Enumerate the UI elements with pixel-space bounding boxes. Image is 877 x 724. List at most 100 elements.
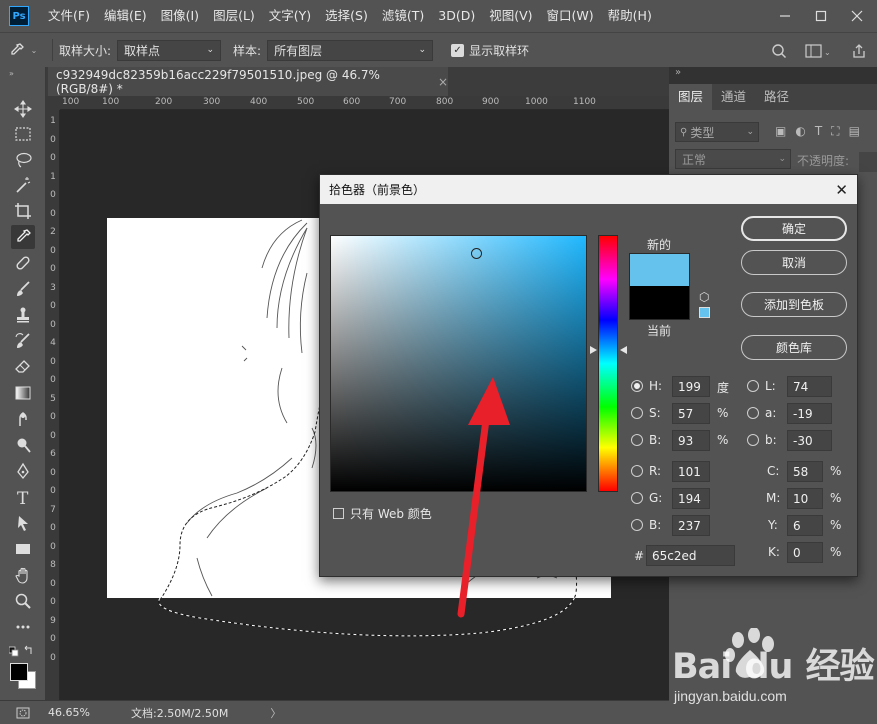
search-icon[interactable] bbox=[771, 43, 787, 59]
current-color-swatch[interactable] bbox=[629, 286, 690, 320]
vertical-ruler[interactable]: 1 0 0 1 0 0 2 0 0 3 0 0 4 0 0 5 0 0 6 0 0 7 0 0 8 0 0 9 0 0 bbox=[46, 110, 60, 700]
radio-lab-b[interactable] bbox=[747, 434, 759, 446]
brush-tool-icon[interactable] bbox=[11, 277, 35, 301]
radio-blue[interactable] bbox=[631, 519, 643, 531]
minimize-icon[interactable] bbox=[771, 4, 799, 28]
horizontal-ruler[interactable]: 100 100 200 300 400 500 600 700 800 900 1000 1100 bbox=[60, 96, 669, 110]
black-input[interactable]: 0 bbox=[787, 542, 823, 563]
document-tab[interactable]: c932949dc82359b16acc229f79501510.jpeg @ … bbox=[48, 67, 448, 96]
lab-a-input[interactable]: -19 bbox=[787, 403, 832, 424]
eyedropper-tool-icon[interactable] bbox=[11, 225, 35, 249]
opacity-field[interactable] bbox=[859, 152, 877, 172]
pixel-filter-icon[interactable]: ▣ bbox=[775, 124, 786, 139]
pen-tool-icon[interactable] bbox=[11, 459, 35, 483]
tab-channels[interactable]: 通道 bbox=[712, 84, 755, 110]
radio-hue[interactable] bbox=[631, 380, 643, 392]
share-icon[interactable] bbox=[851, 43, 867, 59]
saturation-input[interactable]: 57 bbox=[672, 403, 710, 424]
menu-view[interactable]: 视图(V) bbox=[482, 0, 539, 32]
add-to-swatches-button[interactable]: 添加到色板 bbox=[741, 292, 847, 317]
color-libraries-button[interactable]: 颜色库 bbox=[741, 335, 847, 360]
collapse-toolbar-icon[interactable]: » bbox=[9, 69, 14, 78]
type-tool-icon[interactable]: T bbox=[11, 485, 35, 509]
tab-paths[interactable]: 路径 bbox=[755, 84, 798, 110]
menu-3d[interactable]: 3D(D) bbox=[431, 0, 482, 32]
type-filter-icon[interactable]: T bbox=[815, 124, 822, 139]
menu-image[interactable]: 图像(I) bbox=[154, 0, 206, 32]
green-input[interactable]: 194 bbox=[672, 488, 710, 509]
menu-window[interactable]: 窗口(W) bbox=[540, 0, 601, 32]
smudge-tool-icon[interactable] bbox=[11, 407, 35, 431]
close-tab-icon[interactable]: × bbox=[438, 75, 448, 89]
smart-object-filter-icon[interactable]: ▤ bbox=[849, 124, 860, 139]
close-window-icon[interactable] bbox=[843, 4, 871, 28]
maximize-icon[interactable] bbox=[807, 4, 835, 28]
color-field-marker[interactable] bbox=[471, 247, 483, 259]
quick-mask-icon[interactable] bbox=[0, 707, 46, 719]
red-input[interactable]: 101 bbox=[672, 461, 710, 482]
eraser-tool-icon[interactable] bbox=[11, 355, 35, 379]
out-of-gamut-cube-icon[interactable]: ⬡ bbox=[699, 290, 709, 304]
cyan-input[interactable]: 58 bbox=[787, 461, 823, 482]
yellow-input[interactable]: 6 bbox=[787, 515, 823, 536]
zoom-tool-icon[interactable] bbox=[11, 589, 35, 613]
default-colors-icon[interactable] bbox=[8, 645, 37, 657]
status-menu-arrow-icon[interactable]: 〉 bbox=[270, 705, 281, 721]
radio-green[interactable] bbox=[631, 492, 643, 504]
stamp-tool-icon[interactable] bbox=[11, 303, 35, 327]
hue-slider[interactable] bbox=[598, 235, 618, 492]
close-icon[interactable]: ✕ bbox=[835, 181, 848, 199]
brightness-input[interactable]: 93 bbox=[672, 430, 710, 451]
tool-preset-picker[interactable]: ⌄ bbox=[0, 42, 46, 58]
menu-edit[interactable]: 编辑(E) bbox=[97, 0, 154, 32]
move-tool-icon[interactable] bbox=[11, 97, 35, 121]
dodge-tool-icon[interactable] bbox=[11, 433, 35, 457]
menu-file[interactable]: 文件(F) bbox=[41, 0, 97, 32]
foreground-color-swatch[interactable] bbox=[10, 663, 28, 681]
menu-filter[interactable]: 滤镜(T) bbox=[375, 0, 431, 32]
sample-size-select[interactable]: 取样点 ⌄ bbox=[117, 39, 222, 61]
menu-select[interactable]: 选择(S) bbox=[318, 0, 375, 32]
hue-slider-right-handle[interactable] bbox=[620, 345, 627, 354]
shape-filter-icon[interactable]: ⛶ bbox=[831, 124, 839, 139]
lasso-tool-icon[interactable] bbox=[11, 148, 35, 172]
menu-help[interactable]: 帮助(H) bbox=[601, 0, 659, 32]
healing-brush-tool-icon[interactable] bbox=[11, 251, 35, 275]
more-tools-icon[interactable] bbox=[11, 615, 35, 639]
hue-input[interactable]: 199 bbox=[672, 376, 710, 397]
web-colors-only-checkbox[interactable] bbox=[333, 508, 344, 519]
ok-button[interactable]: 确定 bbox=[741, 216, 847, 241]
cancel-button[interactable]: 取消 bbox=[741, 250, 847, 275]
radio-brightness[interactable] bbox=[631, 434, 643, 446]
web-safe-swatch[interactable] bbox=[699, 307, 710, 318]
rectangle-tool-icon[interactable] bbox=[11, 537, 35, 561]
foreground-background-swatches[interactable] bbox=[8, 661, 38, 691]
path-selection-tool-icon[interactable] bbox=[11, 511, 35, 535]
saturation-brightness-field[interactable] bbox=[330, 235, 587, 492]
workspace-icon[interactable]: ⌄ bbox=[805, 43, 833, 59]
show-ring-checkbox[interactable]: ✓ bbox=[451, 43, 465, 57]
hand-tool-icon[interactable] bbox=[11, 563, 35, 587]
radio-lab-l[interactable] bbox=[747, 380, 759, 392]
lab-l-input[interactable]: 74 bbox=[787, 376, 832, 397]
marquee-tool-icon[interactable] bbox=[11, 122, 35, 146]
hex-input[interactable]: 65c2ed bbox=[646, 545, 735, 566]
magic-wand-tool-icon[interactable] bbox=[11, 173, 35, 197]
adjustment-filter-icon[interactable]: ◐ bbox=[795, 124, 805, 139]
history-brush-tool-icon[interactable] bbox=[11, 329, 35, 353]
layer-kind-filter[interactable]: ⚲ 类型 ⌄ bbox=[675, 122, 759, 142]
blue-input[interactable]: 237 bbox=[672, 515, 710, 536]
zoom-level[interactable]: 46.65% bbox=[46, 706, 116, 719]
tab-layers[interactable]: 图层 bbox=[669, 84, 713, 110]
menu-type[interactable]: 文字(Y) bbox=[262, 0, 318, 32]
hue-slider-left-handle[interactable] bbox=[590, 345, 597, 354]
blend-mode-select[interactable]: 正常 ⌄ bbox=[675, 149, 791, 169]
crop-tool-icon[interactable] bbox=[11, 199, 35, 223]
menu-layer[interactable]: 图层(L) bbox=[206, 0, 262, 32]
lab-b-input[interactable]: -30 bbox=[787, 430, 832, 451]
magenta-input[interactable]: 10 bbox=[787, 488, 823, 509]
radio-saturation[interactable] bbox=[631, 407, 643, 419]
sample-layers-select[interactable]: 所有图层 ⌄ bbox=[267, 39, 434, 61]
radio-lab-a[interactable] bbox=[747, 407, 759, 419]
radio-red[interactable] bbox=[631, 465, 643, 477]
